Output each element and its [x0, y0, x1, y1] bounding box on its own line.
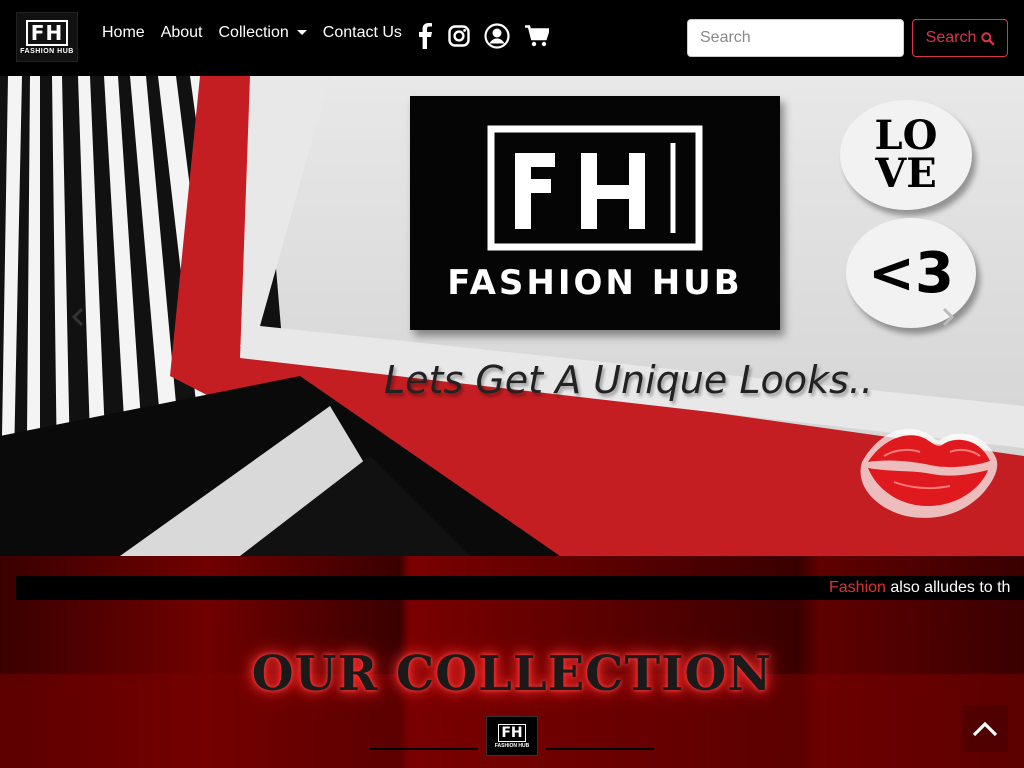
- nav-collection-dropdown[interactable]: Collection: [219, 24, 307, 42]
- heart-bubble-text: <3: [868, 240, 954, 306]
- nav-links: Home About Collection Contact Us: [102, 24, 418, 42]
- love-bubble-text: LO VE: [874, 112, 938, 197]
- carousel-prev-button[interactable]: [66, 302, 90, 332]
- brand-logo-mark: FH: [25, 19, 69, 46]
- ticker-text: Fashion also alludes to th: [829, 579, 1010, 597]
- chevron-down-icon: [296, 30, 307, 36]
- nav-contact[interactable]: Contact Us: [323, 24, 402, 42]
- hero-tagline: Lets Get A Unique Looks..: [384, 358, 873, 402]
- hero-logo-sub: FASHION HUB: [447, 263, 743, 303]
- chevron-up-icon: [972, 721, 998, 737]
- hero-logo-mark: [487, 125, 703, 251]
- hero-carousel: FASHION HUB Lets Get A Unique Looks.. LO…: [0, 76, 1024, 556]
- love-bubble: LO VE: [840, 100, 972, 210]
- section-mini-logo: FH FASHION HUB: [486, 716, 538, 756]
- mini-logo-mark: FH: [498, 723, 526, 742]
- nav-home[interactable]: Home: [102, 24, 145, 42]
- search-icon: [981, 31, 995, 45]
- search-button-label: Search: [925, 29, 977, 46]
- lips-graphic: [860, 428, 998, 518]
- chevron-right-icon: [942, 307, 954, 327]
- search-input[interactable]: [687, 19, 904, 57]
- brand-logo-sub: FASHION HUB: [20, 47, 74, 55]
- search-button[interactable]: Search: [912, 19, 1008, 57]
- back-to-top-button[interactable]: [962, 706, 1008, 752]
- facebook-icon[interactable]: [410, 20, 440, 52]
- chevron-left-icon: [72, 307, 84, 327]
- carousel-next-button[interactable]: [936, 302, 960, 332]
- nav-about[interactable]: About: [161, 24, 203, 42]
- brand-logo[interactable]: FH FASHION HUB: [16, 12, 78, 62]
- hero-logo: FASHION HUB: [410, 96, 780, 330]
- instagram-icon[interactable]: [444, 20, 474, 52]
- ticker-rest: also alludes to th: [885, 579, 1011, 596]
- divider-right: [546, 748, 654, 750]
- cart-icon[interactable]: [522, 20, 552, 52]
- ticker-highlight: Fashion: [829, 579, 886, 596]
- divider-left: [370, 748, 478, 750]
- mini-logo-sub: FASHION HUB: [494, 742, 530, 749]
- navbar: FH FASHION HUB Home About Collection Con…: [0, 0, 1024, 76]
- user-icon[interactable]: [482, 20, 512, 52]
- marquee-ticker: Fashion also alludes to th: [16, 576, 1024, 600]
- section-title: OUR COLLECTION: [251, 646, 773, 702]
- nav-collection-label: Collection: [218, 24, 289, 41]
